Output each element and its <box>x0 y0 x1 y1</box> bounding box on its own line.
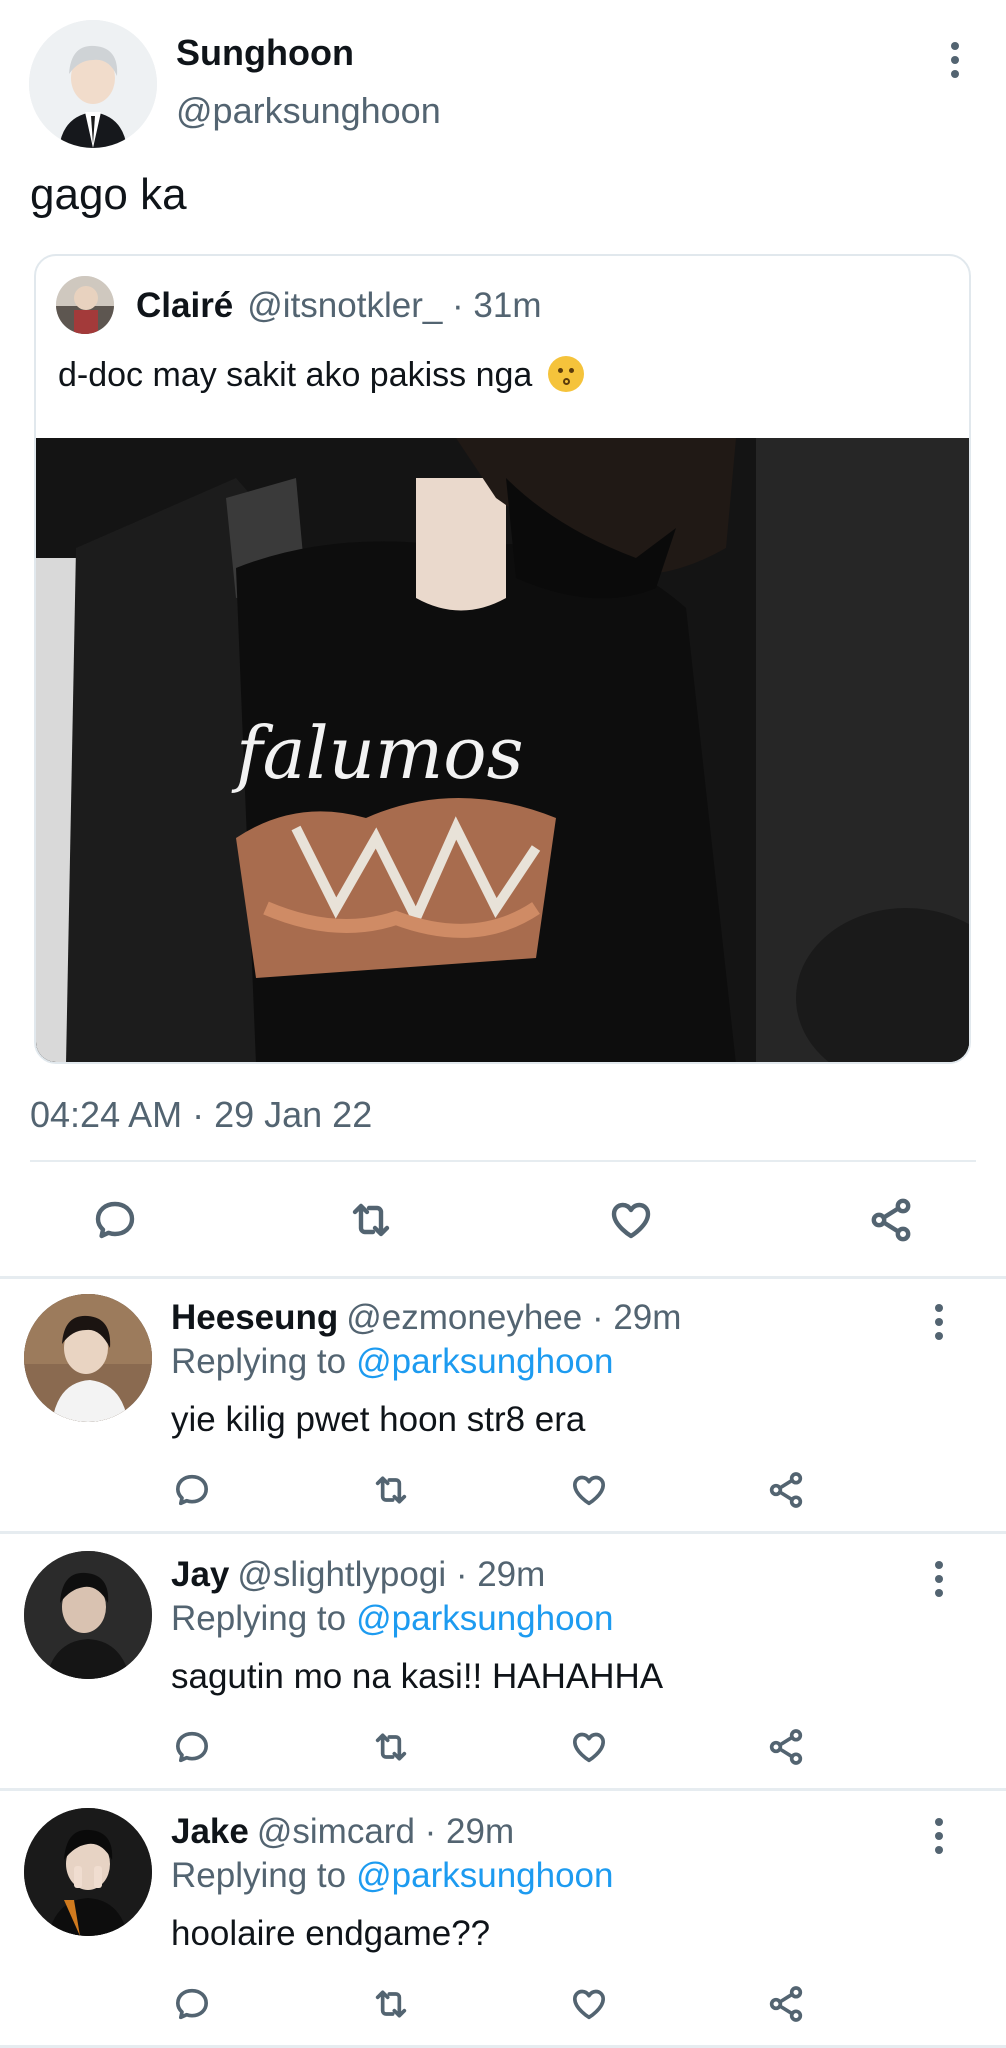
divider <box>30 1160 976 1162</box>
quoted-tweet-card[interactable]: Clairé @itsnotkler_ · 31m d-doc may sakit… <box>34 254 971 1064</box>
replying-to: Replying to @parksunghoon <box>171 1599 613 1639</box>
reply-author-name[interactable]: Jake <box>171 1812 249 1851</box>
like-icon[interactable] <box>559 1717 619 1777</box>
reply-author-meta: @simcard · 29m <box>256 1812 515 1851</box>
quoted-author-name[interactable]: Clairé <box>136 286 233 325</box>
retweet-icon[interactable] <box>361 1974 421 2034</box>
replying-to-label: Replying to <box>171 1599 347 1638</box>
reply-icon[interactable] <box>85 1190 145 1250</box>
divider <box>0 1276 1006 1279</box>
more-vertical-icon[interactable] <box>937 36 973 84</box>
more-vertical-icon[interactable] <box>921 1812 957 1860</box>
reply-tweet[interactable]: Jake @simcard · 29m Replying to @parksungh… <box>0 1794 1006 2048</box>
kissing-face-emoji-icon <box>547 356 584 392</box>
like-icon[interactable] <box>601 1190 661 1250</box>
share-icon[interactable] <box>756 1974 816 2034</box>
quoted-author-meta: @itsnotkler_ · 31m <box>247 286 542 325</box>
avatar[interactable] <box>24 1551 152 1679</box>
quoted-tweet-text-content: d-doc may sakit ako pakiss nga <box>58 356 533 394</box>
reply-icon[interactable] <box>162 1717 222 1777</box>
replying-to-label: Replying to <box>171 1856 347 1895</box>
main-action-bar <box>0 1190 1006 1254</box>
retweet-icon[interactable] <box>341 1190 401 1250</box>
reply-author-name[interactable]: Jay <box>171 1555 229 1594</box>
divider <box>0 1531 1006 1534</box>
reply-action-bar <box>0 1717 1006 1777</box>
tweet-timestamp: 04:24 AM · 29 Jan 22 <box>30 1094 373 1135</box>
share-icon[interactable] <box>861 1190 921 1250</box>
author-name[interactable]: Sunghoon <box>176 32 354 74</box>
reply-icon[interactable] <box>162 1460 222 1520</box>
reply-header: Jake @simcard · 29m <box>171 1812 514 1852</box>
share-icon[interactable] <box>756 1717 816 1777</box>
reply-tweet[interactable]: Jay @slightlypogi · 29m Replying to @parks… <box>0 1537 1006 1794</box>
tweet-detail-page: Sunghoon @parksunghoon gago ka Clairé @it… <box>0 0 1006 2048</box>
quoted-tweet-header: Clairé @itsnotkler_ · 31m <box>136 286 542 326</box>
share-icon[interactable] <box>756 1460 816 1520</box>
replying-to: Replying to @parksunghoon <box>171 1856 613 1896</box>
mention-link[interactable]: @parksunghoon <box>356 1856 613 1895</box>
reply-action-bar <box>0 1460 1006 1520</box>
reply-author-meta: @ezmoneyhee · 29m <box>346 1298 682 1337</box>
reply-author-meta: @slightlypogi · 29m <box>237 1555 546 1594</box>
main-tweet: Sunghoon @parksunghoon gago ka Clairé @it… <box>0 0 1006 1276</box>
quoted-tweet-image[interactable]: falumos <box>36 438 969 1062</box>
mention-link[interactable]: @parksunghoon <box>356 1599 613 1638</box>
more-vertical-icon[interactable] <box>921 1298 957 1346</box>
avatar[interactable] <box>24 1294 152 1422</box>
like-icon[interactable] <box>559 1460 619 1520</box>
reply-icon[interactable] <box>162 1974 222 2034</box>
divider <box>0 1788 1006 1791</box>
tweet-text: gago ka <box>30 170 187 219</box>
more-vertical-icon[interactable] <box>921 1555 957 1603</box>
reply-header: Jay @slightlypogi · 29m <box>171 1555 545 1595</box>
mention-link[interactable]: @parksunghoon <box>356 1342 613 1381</box>
retweet-icon[interactable] <box>361 1717 421 1777</box>
reply-tweet[interactable]: Heeseung @ezmoneyhee · 29m Replying to @pa… <box>0 1280 1006 1537</box>
author-handle[interactable]: @parksunghoon <box>176 90 441 132</box>
avatar[interactable] <box>29 20 157 148</box>
reply-text: yie kilig pwet hoon str8 era <box>171 1400 586 1439</box>
avatar[interactable] <box>24 1808 152 1936</box>
reply-action-bar <box>0 1974 1006 2034</box>
reply-text: sagutin mo na kasi!! HAHAHHA <box>171 1657 664 1696</box>
retweet-icon[interactable] <box>361 1460 421 1520</box>
avatar[interactable] <box>56 276 114 334</box>
reply-author-name[interactable]: Heeseung <box>171 1298 338 1337</box>
quoted-tweet-text: d-doc may sakit ako pakiss nga <box>58 356 584 395</box>
like-icon[interactable] <box>559 1974 619 2034</box>
replying-to: Replying to @parksunghoon <box>171 1342 613 1382</box>
reply-header: Heeseung @ezmoneyhee · 29m <box>171 1298 681 1338</box>
replying-to-label: Replying to <box>171 1342 347 1381</box>
svg-text:falumos: falumos <box>231 711 524 795</box>
reply-text: hoolaire endgame?? <box>171 1914 491 1953</box>
